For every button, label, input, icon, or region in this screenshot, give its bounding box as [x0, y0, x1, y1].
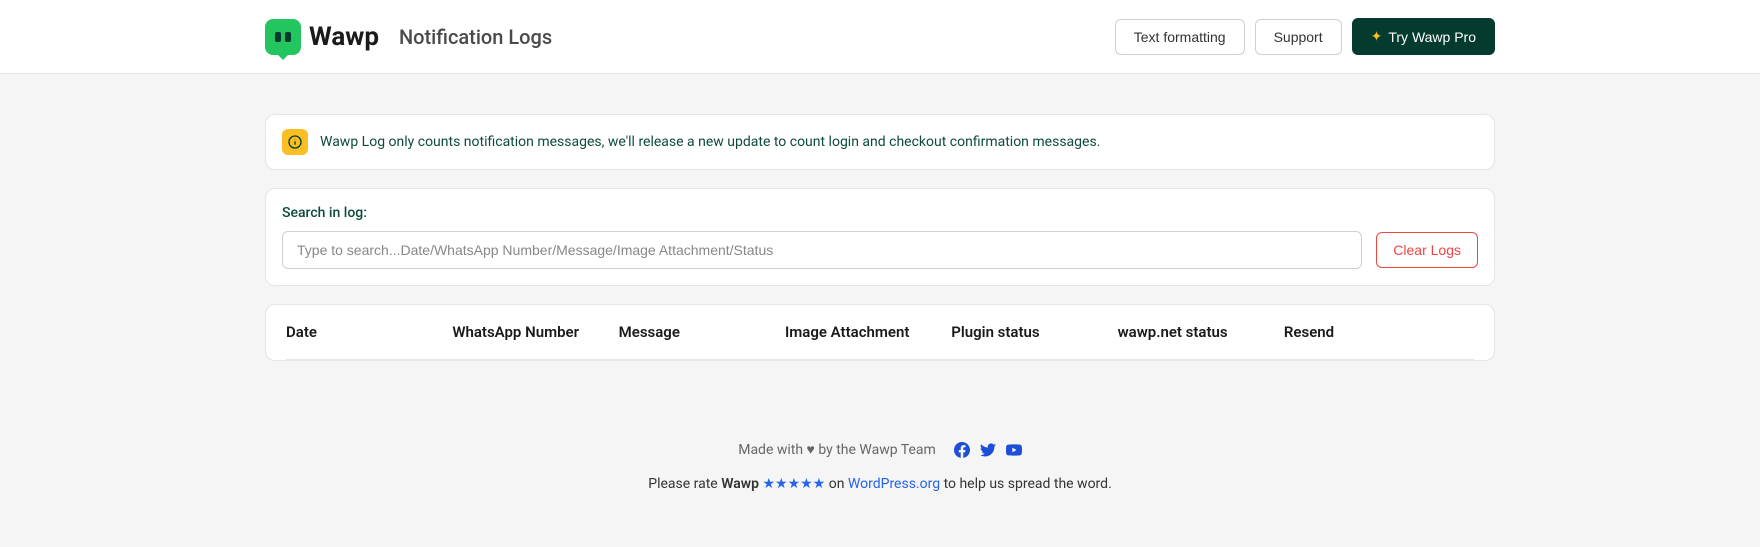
column-header-wawp: wawp.net status [1118, 323, 1284, 341]
search-input[interactable] [282, 231, 1362, 269]
facebook-icon[interactable] [954, 442, 970, 458]
column-header-resend: Resend [1284, 323, 1474, 341]
youtube-icon[interactable] [1006, 442, 1022, 458]
info-icon [282, 129, 308, 155]
search-label: Search in log: [282, 205, 1478, 221]
logs-table: Date WhatsApp Number Message Image Attac… [265, 304, 1495, 361]
text-formatting-button[interactable]: Text formatting [1115, 19, 1245, 55]
sparkle-icon: ✦ [1371, 28, 1383, 45]
search-panel: Search in log: Clear Logs [265, 188, 1495, 286]
footer-rate-line: Please rate Wawp ★★★★★ on WordPress.org … [265, 476, 1495, 492]
info-alert: Wawp Log only counts notification messag… [265, 114, 1495, 170]
try-pro-label: Try Wawp Pro [1388, 29, 1476, 45]
column-header-whatsapp: WhatsApp Number [452, 323, 618, 341]
column-header-message: Message [619, 323, 785, 341]
page-title: Notification Logs [399, 25, 552, 49]
clear-logs-button[interactable]: Clear Logs [1376, 232, 1478, 268]
wordpress-link[interactable]: WordPress.org [848, 476, 940, 492]
brand-name: Wawp [309, 22, 379, 52]
column-header-date: Date [286, 323, 452, 341]
logo-icon [265, 19, 301, 55]
try-pro-button[interactable]: ✦ Try Wawp Pro [1352, 18, 1495, 55]
alert-text: Wawp Log only counts notification messag… [320, 134, 1100, 150]
column-header-plugin: Plugin status [951, 323, 1117, 341]
footer-made-with: Made with ♥ by the Wawp Team [738, 441, 936, 458]
twitter-icon[interactable] [980, 442, 996, 458]
brand-logo[interactable]: Wawp [265, 19, 379, 55]
column-header-image: Image Attachment [785, 323, 951, 341]
rating-stars[interactable]: ★★★★★ [759, 476, 829, 492]
support-button[interactable]: Support [1255, 19, 1342, 55]
